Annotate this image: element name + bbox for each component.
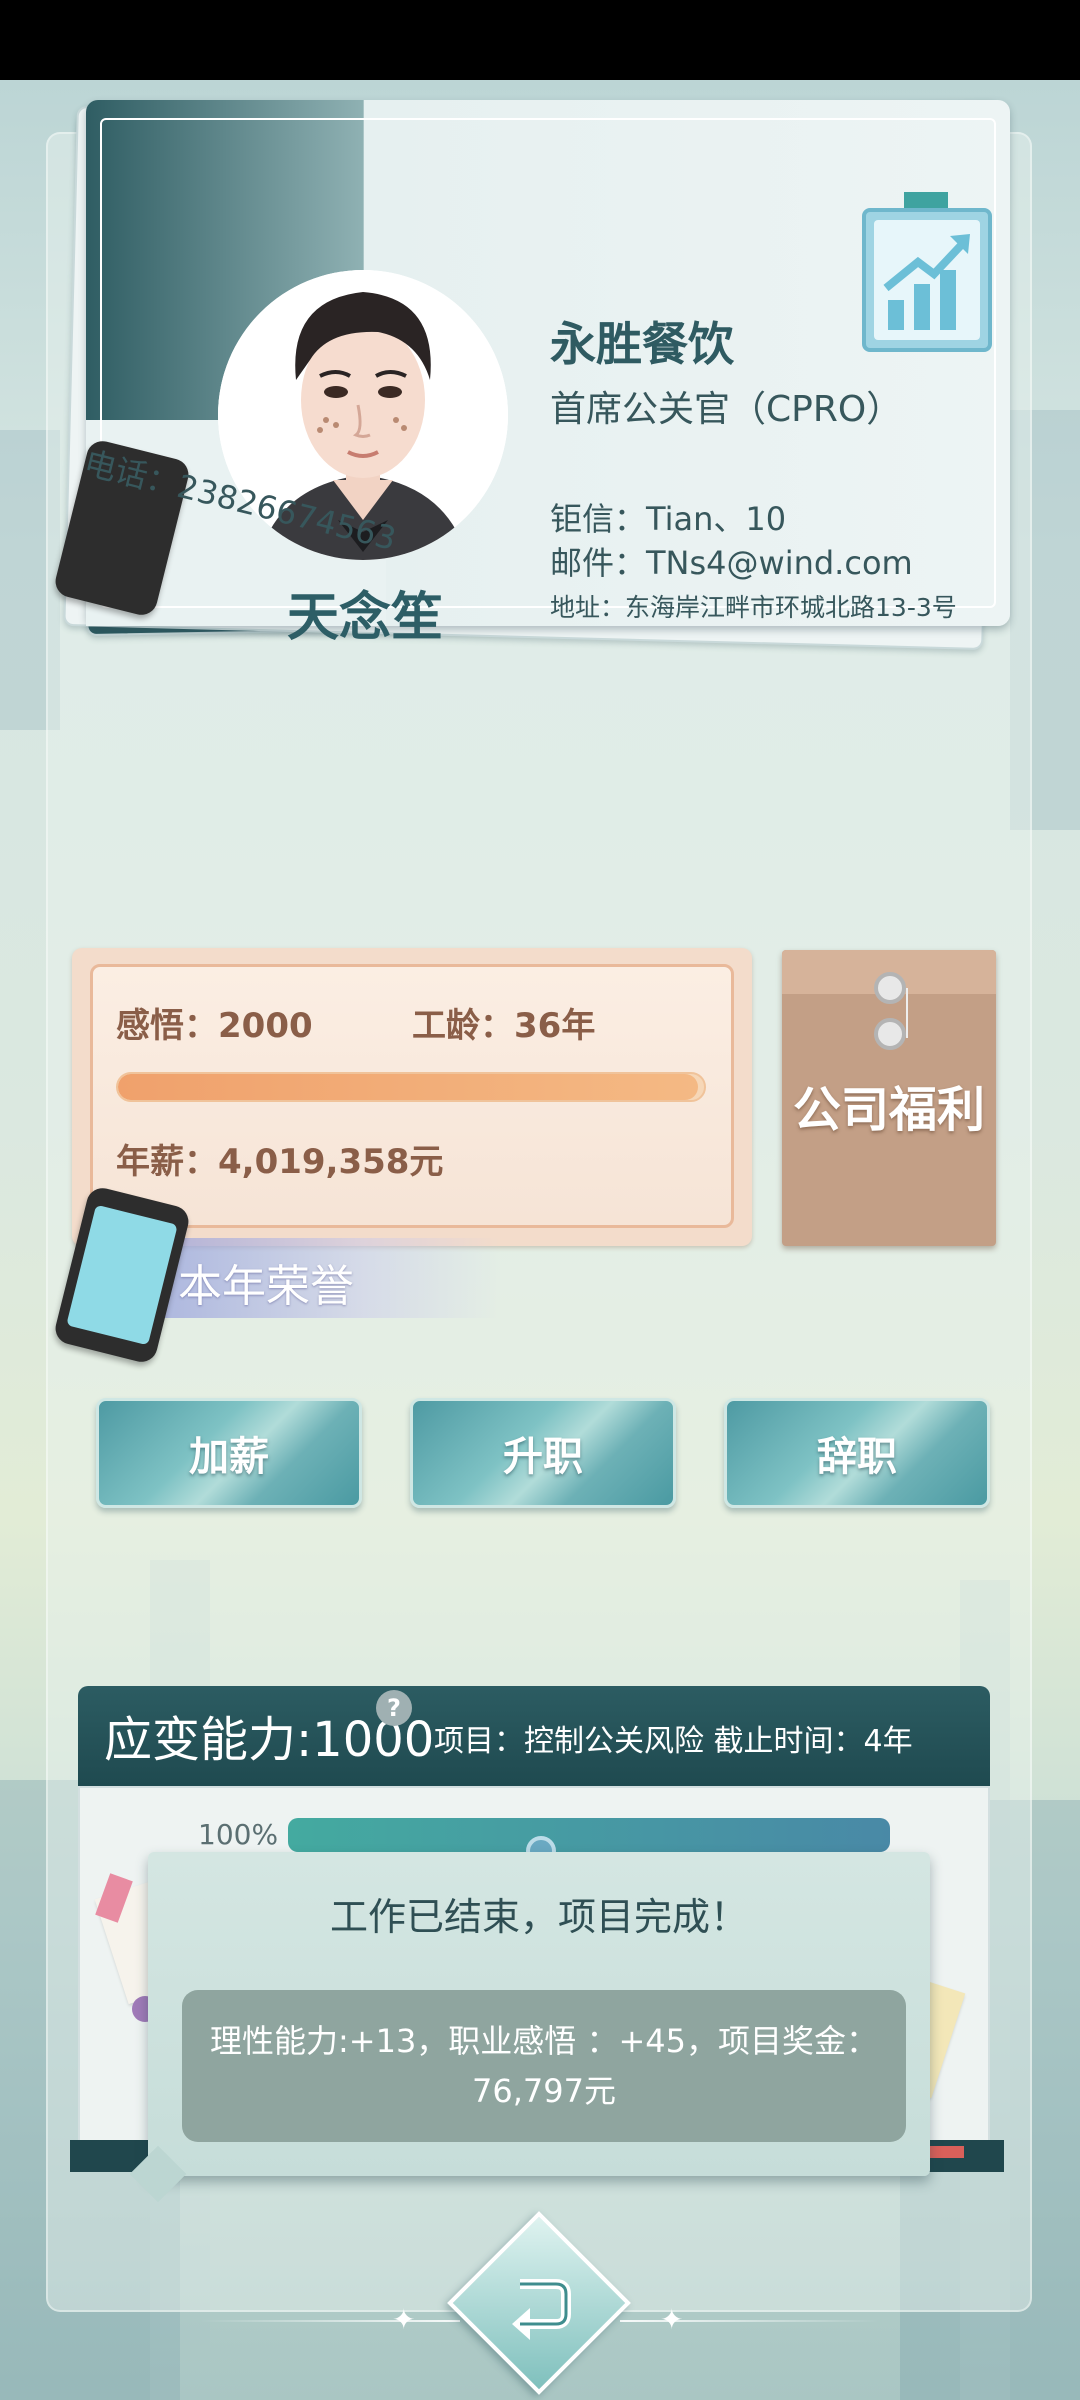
promote-button[interactable]: 升职 <box>410 1398 676 1508</box>
insight-progress-fill <box>118 1074 699 1100</box>
phone-screen <box>66 1204 178 1346</box>
divider-line <box>620 2320 880 2322</box>
sparkle-icon: ✦ <box>660 2303 684 2336</box>
company-name: 永胜餐饮 <box>550 317 734 371</box>
email-address: 邮件：TNs4@wind.com <box>550 544 913 582</box>
popup-title: 工作已结束，项目完成！ <box>329 1895 748 1939</box>
mail-handle: 钜信：Tian、10 <box>550 500 787 538</box>
sparkle-icon: ✦ <box>392 2303 416 2336</box>
project-progress-bar <box>288 1818 890 1852</box>
company-welfare-envelope[interactable]: 公司福利 <box>782 950 996 1246</box>
person-name: 天念笙 <box>286 588 443 648</box>
welfare-label: 公司福利 <box>792 1082 985 1138</box>
raise-salary-button[interactable]: 加薪 <box>96 1398 362 1508</box>
insight-value: 感悟：2000 <box>116 1006 313 1046</box>
address: 地址：东海岸江畔市环城北路13-3号 <box>550 593 957 622</box>
project-progress-fill <box>288 1818 890 1852</box>
popup-result-text: 理性能力:+13，职业感悟 ：+45，项目奖金：76,797元 <box>209 2022 879 2110</box>
project-percent-label: 100% <box>198 1818 279 1851</box>
help-icon[interactable]: ? <box>376 1690 412 1726</box>
divider-line <box>200 2320 460 2322</box>
annual-salary: 年薪：4,019,358元 <box>116 1142 444 1182</box>
growth-chart-icon[interactable] <box>862 192 992 352</box>
project-info: 项目：控制公关风险 截止时间：4年 <box>434 1724 913 1759</box>
job-title: 首席公关官（CPRO） <box>550 389 903 430</box>
status-bar <box>0 0 1080 80</box>
insight-progress-bar <box>116 1072 706 1102</box>
envelope-button <box>874 972 906 1004</box>
back-arrow-icon[interactable] <box>490 2254 590 2354</box>
resign-button[interactable]: 辞职 <box>724 1398 990 1508</box>
envelope-string <box>906 988 908 1038</box>
work-years: 工龄：36年 <box>412 1006 596 1046</box>
honors-label[interactable]: 本年荣誉 <box>178 1250 354 1314</box>
envelope-button <box>874 1018 906 1050</box>
